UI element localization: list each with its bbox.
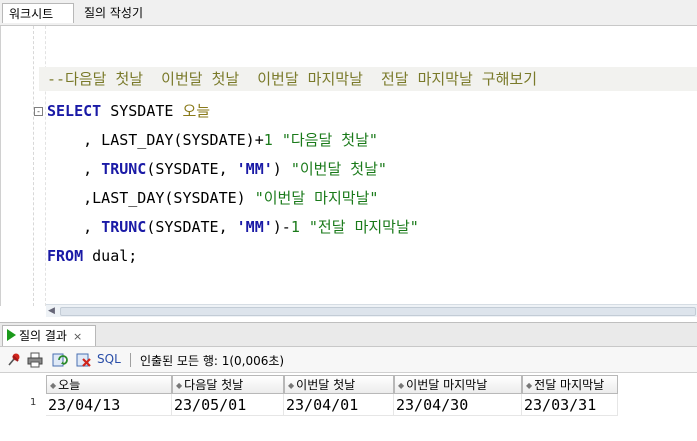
code-format-string: 'MM': [236, 160, 273, 178]
delete-icon[interactable]: [76, 352, 92, 368]
column-header-today[interactable]: ◆ 오늘: [46, 375, 172, 394]
sort-icon: ◆: [50, 381, 57, 390]
code-string: "이번달 마지막날": [254, 189, 379, 207]
code-string: "이번달 첫날": [290, 160, 387, 178]
refresh-icon[interactable]: [52, 352, 68, 368]
grid-header: ◆ 오늘 ◆ 다음달 첫날 ◆ 이번달 첫날 ◆ 이번달 마지막날 ◆ 전달 마지막날: [0, 374, 697, 394]
result-tab-bar: 질의 결과 ×: [0, 322, 697, 347]
row-number: 1: [30, 397, 37, 408]
code-line-comment: --다음달 첫날 이번달 첫날 이번달 마지막날 전달 마지막날 구해보기: [39, 67, 697, 91]
code-text: ,: [47, 160, 102, 178]
toolbar-divider: [130, 353, 131, 367]
keyword-trunc: TRUNC: [101, 160, 147, 178]
column-header-label: 이번달 첫날: [296, 378, 356, 392]
column-alias: 오늘: [182, 102, 211, 120]
tab-query-result[interactable]: 질의 결과 ×: [2, 325, 96, 346]
scroll-left-icon[interactable]: ◀: [48, 306, 55, 316]
code-text: SYSDATE: [101, 102, 183, 120]
sort-icon: ◆: [398, 381, 405, 390]
table-cell[interactable]: 23/04/30: [394, 394, 522, 416]
tab-query-builder[interactable]: 질의 작성기: [78, 3, 149, 23]
column-header-prev-month-last[interactable]: ◆ 전달 마지막날: [522, 375, 618, 394]
code-text: (SYSDATE,: [146, 218, 237, 236]
code-line-this-month-first: , TRUNC(SYSDATE, 'MM') "이번달 첫날": [47, 157, 387, 181]
tab-worksheet[interactable]: 워크시트: [2, 3, 74, 23]
sql-button[interactable]: SQL: [97, 352, 121, 366]
code-line-next-month-first: , LAST_DAY(SYSDATE)+1 "다음달 첫날": [47, 128, 378, 152]
code-string: "다음달 첫날": [281, 131, 378, 149]
code-text: dual;: [83, 247, 138, 265]
code-text: , LAST_DAY(SYSDATE)+: [47, 131, 264, 149]
editor-horizontal-scrollbar[interactable]: ◀: [46, 304, 697, 317]
result-grid: ◆ 오늘 ◆ 다음달 첫날 ◆ 이번달 첫날 ◆ 이번달 마지막날 ◆ 전달 마지막날 1…: [0, 374, 697, 441]
result-toolbar: SQL 인출된 모든 행: 1(0,006초): [0, 347, 697, 373]
table-cell[interactable]: 23/05/01: [172, 394, 284, 416]
table-cell[interactable]: 23/03/31: [522, 394, 618, 416]
sort-icon: ◆: [176, 381, 183, 390]
run-play-icon: [7, 329, 16, 341]
fold-toggle[interactable]: -: [34, 107, 43, 116]
code-text: )-: [272, 218, 291, 236]
column-header-label: 이번달 마지막날: [406, 378, 488, 392]
fetch-status: 인출된 모든 행: 1(0,006초): [140, 354, 285, 368]
code-line-select: SELECT SYSDATE 오늘: [47, 99, 210, 123]
column-header-label: 오늘: [58, 378, 81, 392]
code-number: 1: [263, 131, 273, 149]
gutter-guide: [33, 26, 34, 306]
scrollbar-thumb[interactable]: [60, 307, 696, 316]
code-line-from: FROM dual;: [47, 244, 137, 268]
code-text: ,LAST_DAY(SYSDATE): [47, 189, 255, 207]
keyword-trunc: TRUNC: [101, 218, 147, 236]
table-cell[interactable]: 23/04/13: [46, 394, 172, 416]
column-header-label: 다음달 첫날: [184, 378, 244, 392]
column-header-next-month-first[interactable]: ◆ 다음달 첫날: [172, 375, 284, 394]
top-tab-bar: 워크시트 질의 작성기: [0, 0, 697, 26]
column-header-this-month-first[interactable]: ◆ 이번달 첫날: [284, 375, 394, 394]
column-header-this-month-last[interactable]: ◆ 이번달 마지막날: [394, 375, 522, 394]
code-number: 1: [290, 218, 300, 236]
pin-icon[interactable]: [6, 352, 22, 368]
print-icon[interactable]: [27, 352, 43, 368]
code-text: (SYSDATE,: [146, 160, 237, 178]
code-string: "전달 마지막날": [308, 218, 419, 236]
code-text: ,: [47, 218, 102, 236]
sort-icon: ◆: [526, 381, 533, 390]
code-text: ): [272, 160, 291, 178]
code-line-this-month-last: ,LAST_DAY(SYSDATE) "이번달 마지막날": [47, 186, 378, 210]
keyword-select: SELECT: [47, 102, 102, 120]
sql-editor[interactable]: --다음달 첫날 이번달 첫날 이번달 마지막날 전달 마지막날 구해보기 - …: [0, 26, 697, 306]
sort-icon: ◆: [288, 381, 295, 390]
column-header-label: 전달 마지막날: [534, 378, 605, 392]
code-line-prev-month-last: , TRUNC(SYSDATE, 'MM')-1 "전달 마지막날": [47, 215, 419, 239]
tab-query-result-label: 질의 결과: [19, 329, 67, 343]
code-format-string: 'MM': [236, 218, 273, 236]
table-cell[interactable]: 23/04/01: [284, 394, 394, 416]
keyword-from: FROM: [47, 247, 84, 265]
close-icon[interactable]: ×: [73, 330, 82, 343]
